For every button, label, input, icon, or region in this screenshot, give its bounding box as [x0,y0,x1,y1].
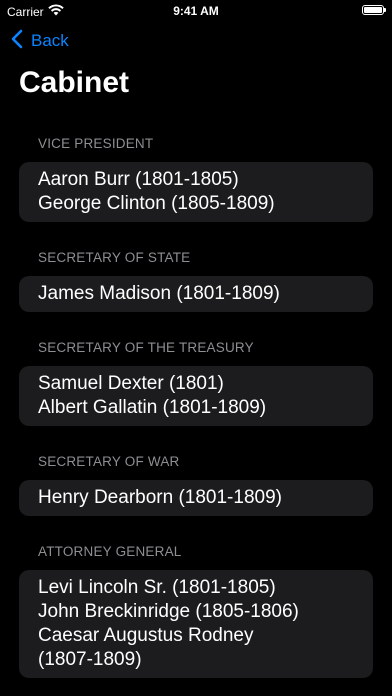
officeholder-line: Caesar Augustus Rodney [38,625,254,646]
cabinet-sections: VICE PRESIDENT Aaron Burr (1801-1805) Geor… [19,134,373,696]
status-bar: Carrier 9:41 AM [0,0,392,22]
back-label: Back [31,31,69,50]
officeholder-line: Samuel Dexter (1801) [38,373,224,394]
officeholder-line: Henry Dearborn (1801-1809) [38,487,282,508]
officeholder-line: George Clinton (1805-1809) [38,193,275,214]
officeholder-line: (1807-1809) [38,649,142,670]
cabinet-section: SECRETARY OF WAR Henry Dearborn (1801-180… [19,452,373,516]
section-card: Samuel Dexter (1801) Albert Gallatin (180… [19,366,373,426]
cabinet-section: ATTORNEY GENERAL Levi Lincoln Sr. (1801-1… [19,542,373,678]
officeholder-line: Albert Gallatin (1801-1809) [38,397,267,418]
officeholder-line: Aaron Burr (1801-1805) [38,169,239,190]
officeholder-line: James Madison (1801-1809) [38,283,280,304]
cabinet-section: SECRETARY OF STATE James Madison (1801-18… [19,248,373,312]
section-card: James Madison (1801-1809) [19,276,373,312]
officeholder-line: Levi Lincoln Sr. (1801-1805) [38,577,276,598]
battery-level [364,7,382,13]
section-card: Aaron Burr (1801-1805) George Clinton (18… [19,162,373,222]
section-header: SECRETARY OF STATE [38,250,191,265]
battery-icon [362,5,386,15]
chevron-left-icon [11,29,23,54]
section-card: Levi Lincoln Sr. (1801-1805) John Breckin… [19,570,373,678]
status-time: 9:41 AM [173,4,219,18]
section-header: ATTORNEY GENERAL [38,544,182,559]
section-header: SECRETARY OF THE TREASURY [38,340,254,355]
cabinet-section: SECRETARY OF THE TREASURY Samuel Dexter (… [19,338,373,426]
back-button[interactable]: Back [11,29,69,53]
section-header: SECRETARY OF WAR [38,454,180,469]
page-title: Cabinet [19,66,130,99]
officeholder-line: John Breckinridge (1805-1806) [38,601,299,622]
section-card: Henry Dearborn (1801-1809) [19,480,373,516]
status-right [362,5,386,15]
cabinet-section: VICE PRESIDENT Aaron Burr (1801-1805) Geor… [19,134,373,222]
section-header: VICE PRESIDENT [38,136,154,151]
